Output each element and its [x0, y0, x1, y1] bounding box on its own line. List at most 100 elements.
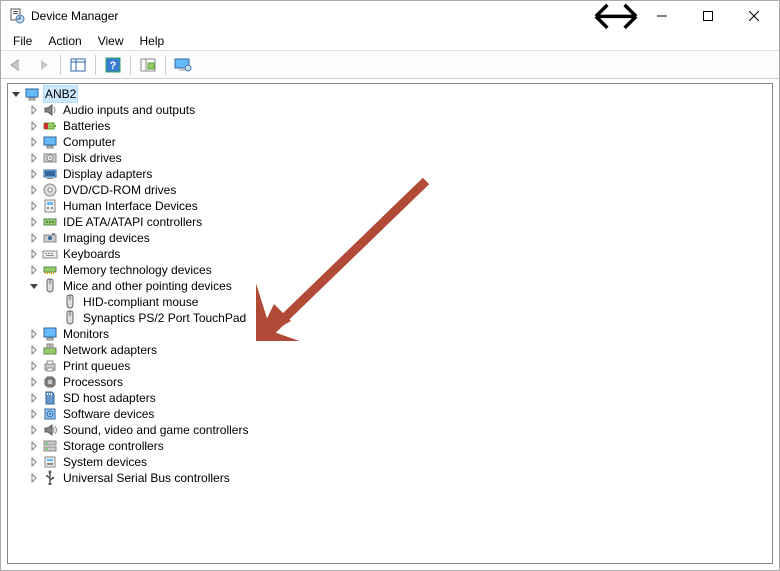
tree-node-label: Universal Serial Bus controllers	[61, 470, 232, 486]
tree-category-node[interactable]: Audio inputs and outputs	[28, 102, 770, 118]
tree-category-node[interactable]: Print queues	[28, 358, 770, 374]
toolbar-separator	[60, 55, 61, 75]
expand-icon[interactable]	[28, 264, 40, 276]
expand-icon[interactable]	[28, 344, 40, 356]
window-title: Device Manager	[31, 9, 118, 23]
tree-node-label: System devices	[61, 454, 149, 470]
tree-node-label: DVD/CD-ROM drives	[61, 182, 178, 198]
expand-icon[interactable]	[28, 136, 40, 148]
battery-icon	[42, 118, 58, 134]
monitor-icon	[42, 326, 58, 342]
tree-category-node[interactable]: Computer	[28, 134, 770, 150]
maximize-button[interactable]	[685, 1, 731, 31]
back-button[interactable]	[5, 54, 29, 76]
tree-category-node[interactable]: Memory technology devices	[28, 262, 770, 278]
help-button[interactable]: ?	[101, 54, 125, 76]
expand-icon[interactable]	[28, 120, 40, 132]
expand-icon[interactable]	[28, 216, 40, 228]
tree-node-label: Network adapters	[61, 342, 159, 358]
tree-category-node[interactable]: Universal Serial Bus controllers	[28, 470, 770, 486]
software-icon	[42, 406, 58, 422]
expand-icon[interactable]	[28, 392, 40, 404]
tree-category-node[interactable]: Disk drives	[28, 150, 770, 166]
tree-category-node[interactable]: Storage controllers	[28, 438, 770, 454]
tree-device-node[interactable]: Synaptics PS/2 Port TouchPad	[48, 310, 770, 326]
expand-icon[interactable]	[28, 104, 40, 116]
tree-category-node[interactable]: Imaging devices	[28, 230, 770, 246]
toolbar-separator	[95, 55, 96, 75]
expand-icon[interactable]	[28, 376, 40, 388]
tree-category-node[interactable]: Batteries	[28, 118, 770, 134]
expand-icon[interactable]	[28, 424, 40, 436]
tree-category-node[interactable]: Sound, video and game controllers	[28, 422, 770, 438]
monitor-button[interactable]	[171, 54, 195, 76]
tree-category-node[interactable]: Mice and other pointing devices	[28, 278, 770, 294]
show-hide-tree-button[interactable]	[66, 54, 90, 76]
computer-root-icon	[24, 86, 40, 102]
tree-node-label: Memory technology devices	[61, 262, 214, 278]
tree-category-node[interactable]: Display adapters	[28, 166, 770, 182]
tree-node-label: IDE ATA/ATAPI controllers	[61, 214, 204, 230]
tree-category-node[interactable]: Monitors	[28, 326, 770, 342]
printer-icon	[42, 358, 58, 374]
tree-node-label: Sound, video and game controllers	[61, 422, 250, 438]
tree-category-node[interactable]: Network adapters	[28, 342, 770, 358]
ide-icon	[42, 214, 58, 230]
resize-horizontal-icon	[593, 1, 639, 31]
network-icon	[42, 342, 58, 358]
tree-category-node[interactable]: Keyboards	[28, 246, 770, 262]
expand-icon[interactable]	[28, 184, 40, 196]
system-icon	[42, 454, 58, 470]
tree-node-label: Monitors	[61, 326, 111, 342]
disk-icon	[42, 150, 58, 166]
tree-node-label: SD host adapters	[61, 390, 158, 406]
tree-category-node[interactable]: DVD/CD-ROM drives	[28, 182, 770, 198]
tree-node-label: Batteries	[61, 118, 112, 134]
collapse-icon[interactable]	[28, 280, 40, 292]
expand-icon[interactable]	[28, 456, 40, 468]
menu-help[interactable]: Help	[132, 32, 173, 50]
expand-icon[interactable]	[28, 328, 40, 340]
expand-icon[interactable]	[28, 440, 40, 452]
expand-icon[interactable]	[28, 232, 40, 244]
tree-node-label: Keyboards	[61, 246, 122, 262]
tree-category-node[interactable]: Software devices	[28, 406, 770, 422]
menu-file[interactable]: File	[5, 32, 40, 50]
menu-action[interactable]: Action	[40, 32, 89, 50]
cpu-icon	[42, 374, 58, 390]
display-adapter-icon	[42, 166, 58, 182]
expand-icon[interactable]	[28, 248, 40, 260]
storage-icon	[42, 438, 58, 454]
menu-view[interactable]: View	[90, 32, 132, 50]
tree-node-label: Display adapters	[61, 166, 154, 182]
expand-icon[interactable]	[28, 152, 40, 164]
scan-hardware-button[interactable]	[136, 54, 160, 76]
expand-icon[interactable]	[28, 472, 40, 484]
tree-category-node[interactable]: Processors	[28, 374, 770, 390]
device-tree-pane[interactable]: ANB2Audio inputs and outputsBatteriesCom…	[7, 83, 773, 564]
tree-category-node[interactable]: System devices	[28, 454, 770, 470]
sd-icon	[42, 390, 58, 406]
tree-node-label: HID-compliant mouse	[81, 294, 200, 310]
mouse-icon	[62, 294, 78, 310]
forward-button[interactable]	[31, 54, 55, 76]
mouse-icon	[62, 310, 78, 326]
tree-node-label: Processors	[61, 374, 125, 390]
memory-icon	[42, 262, 58, 278]
tree-category-node[interactable]: IDE ATA/ATAPI controllers	[28, 214, 770, 230]
tree-root-node[interactable]: ANB2	[10, 86, 770, 102]
tree-node-label: ANB2	[43, 85, 78, 103]
hid-icon	[42, 198, 58, 214]
tree-category-node[interactable]: SD host adapters	[28, 390, 770, 406]
expand-icon[interactable]	[28, 168, 40, 180]
expand-icon[interactable]	[28, 200, 40, 212]
keyboard-icon	[42, 246, 58, 262]
tree-device-node[interactable]: HID-compliant mouse	[48, 294, 770, 310]
close-button[interactable]	[731, 1, 777, 31]
expand-icon[interactable]	[28, 360, 40, 372]
minimize-button[interactable]	[639, 1, 685, 31]
collapse-icon[interactable]	[10, 88, 22, 100]
tree-category-node[interactable]: Human Interface Devices	[28, 198, 770, 214]
expand-icon[interactable]	[28, 408, 40, 420]
computer-icon	[42, 134, 58, 150]
